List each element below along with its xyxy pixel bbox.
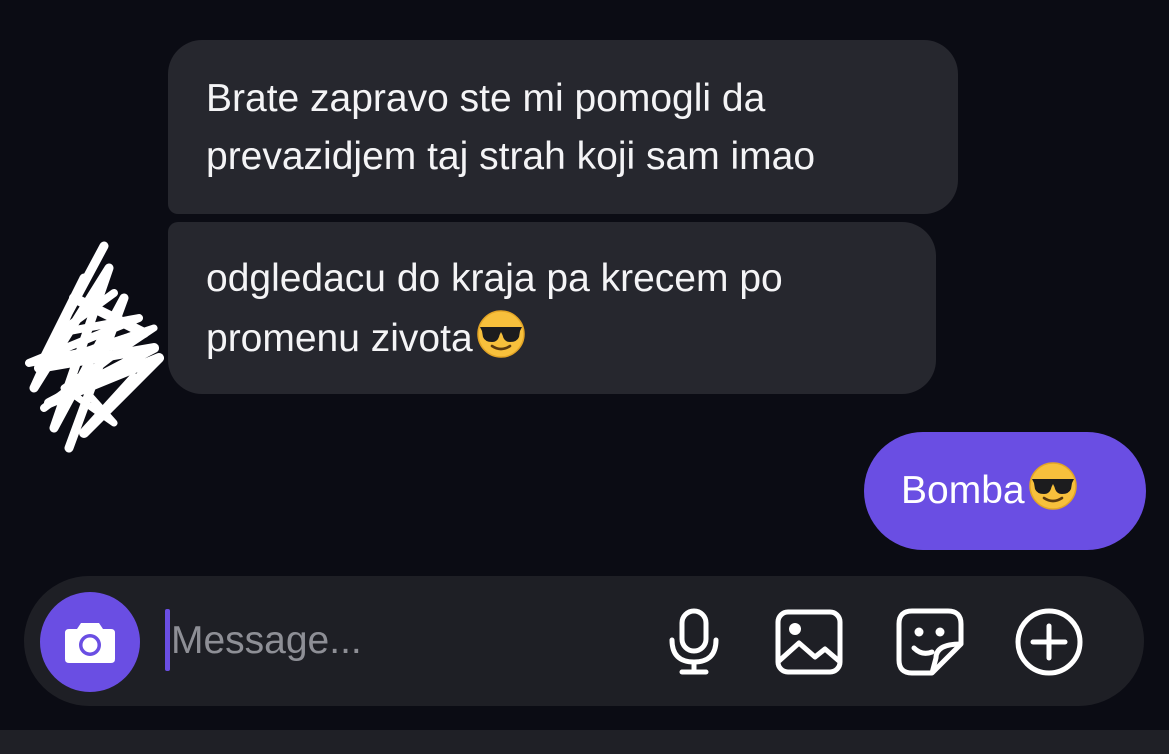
more-options-button[interactable]: [1013, 606, 1085, 678]
sticker-button[interactable]: [894, 606, 966, 678]
message-text: promenu zivota: [206, 317, 473, 360]
image-icon: [775, 609, 843, 675]
bottom-safe-area: [0, 730, 1169, 754]
chat-screen: Brate zapravo ste mi pomogli da prevazid…: [0, 0, 1169, 754]
message-text-line: prevazidjem taj strah koji sam imao: [206, 135, 816, 178]
camera-button[interactable]: [40, 592, 140, 692]
message-text-line: Brate zapravo ste mi pomogli da: [206, 77, 766, 120]
message-text-line: odgledacu do kraja pa krecem po: [206, 257, 783, 300]
plus-circle-icon: [1015, 608, 1083, 676]
sunglasses-emoji-icon: [1028, 462, 1077, 510]
microphone-icon: [669, 608, 719, 675]
message-text-line-with-emoji: promenu zivota: [206, 308, 898, 366]
camera-icon: [65, 623, 115, 663]
incoming-message-bubble[interactable]: Brate zapravo ste mi pomogli da prevazid…: [168, 40, 958, 214]
message-composer: [24, 576, 1144, 706]
redacted-avatar-scribble: [25, 241, 164, 453]
message-text: Bomba: [901, 469, 1025, 512]
sunglasses-emoji-icon: [476, 310, 525, 358]
text-cursor: [165, 609, 170, 671]
outgoing-message-bubble[interactable]: Bomba: [864, 432, 1146, 550]
incoming-message-bubble[interactable]: odgledacu do kraja pa krecem po promenu …: [168, 222, 936, 394]
message-input[interactable]: [171, 606, 641, 676]
sticker-icon: [896, 608, 964, 676]
microphone-button[interactable]: [658, 606, 730, 678]
gallery-button[interactable]: [773, 606, 845, 678]
